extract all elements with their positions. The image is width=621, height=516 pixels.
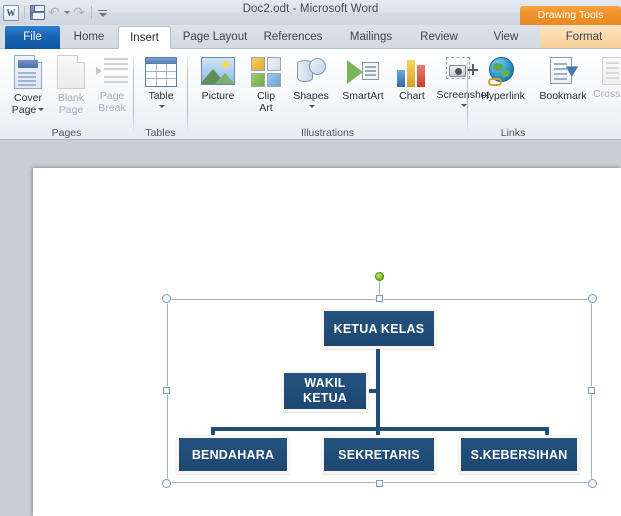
- tab-home[interactable]: Home: [64, 26, 114, 49]
- chart-button[interactable]: Chart: [391, 57, 433, 103]
- cover-page-dropdown-icon[interactable]: [38, 108, 45, 112]
- ribbon-group-links: Hyperlink Bookmark Cross- Links: [468, 49, 621, 140]
- smartart-button[interactable]: SmartArt: [336, 59, 390, 103]
- page-break-label-2: Break: [98, 101, 126, 114]
- clip-art-icon: [251, 57, 281, 87]
- title-bar: W ↶ ↷ Doc2.odt - Microsoft Word Drawing …: [0, 0, 621, 25]
- resize-handle-top-center[interactable]: [376, 295, 383, 302]
- clip-art-button[interactable]: Clip Art: [246, 57, 286, 114]
- cross-reference-icon: [602, 57, 621, 85]
- table-dropdown-icon[interactable]: [159, 105, 165, 108]
- resize-handle-bottom-center[interactable]: [376, 480, 383, 487]
- smartart-label: SmartArt: [342, 90, 384, 102]
- shapes-icon: [295, 57, 327, 87]
- connector-sibling-bar: [211, 427, 549, 431]
- clip-art-label-2: Art: [259, 101, 273, 114]
- table-label: Table: [148, 90, 174, 102]
- page-break-icon: [96, 55, 128, 87]
- resize-handle-middle-right[interactable]: [588, 387, 595, 394]
- ribbon-group-label-illustrations: Illustrations: [300, 127, 355, 139]
- cross-reference-label: Cross-: [593, 88, 621, 100]
- bookmark-icon: [548, 57, 582, 87]
- tab-file[interactable]: File: [5, 26, 60, 49]
- smartart-node-wakil-ketua-label-2: KETUA: [302, 391, 348, 405]
- tab-insert[interactable]: Insert: [118, 26, 171, 49]
- hyperlink-icon: [488, 57, 518, 87]
- clip-art-label-1: Clip: [256, 90, 276, 102]
- rotation-handle[interactable]: [375, 272, 384, 281]
- cover-page-icon: [14, 55, 42, 89]
- smartart-node-s-kebersihan[interactable]: S.KEBERSIHAN: [458, 435, 580, 474]
- resize-handle-bottom-right[interactable]: [588, 479, 597, 488]
- ribbon-group-tables: Table Tables: [134, 49, 187, 140]
- smartart-node-bendahara-label: BENDAHARA: [191, 447, 275, 462]
- cover-page-label-2: Page: [11, 103, 37, 116]
- ribbon: Cover Page Blank Page Page Break Pages T…: [0, 49, 621, 140]
- smartart-org-chart[interactable]: KETUA KELAS WAKIL KETUA BENDAHARA SEKRETA…: [162, 272, 597, 488]
- resize-handle-top-left[interactable]: [162, 294, 171, 303]
- ribbon-group-label-pages: Pages: [51, 127, 82, 139]
- picture-label: Picture: [201, 90, 235, 102]
- smartart-node-ketua-kelas[interactable]: KETUA KELAS: [321, 308, 437, 349]
- chart-label: Chart: [399, 90, 425, 102]
- smartart-node-s-kebersihan-label: S.KEBERSIHAN: [470, 447, 568, 462]
- resize-handle-top-right[interactable]: [588, 294, 597, 303]
- cover-page-button[interactable]: Cover Page: [4, 55, 52, 116]
- blank-page-icon: [57, 55, 85, 89]
- tab-review[interactable]: Review: [412, 26, 466, 49]
- ribbon-group-pages: Cover Page Blank Page Page Break Pages: [0, 49, 133, 140]
- bookmark-label: Bookmark: [539, 90, 587, 102]
- resize-handle-bottom-left[interactable]: [162, 479, 171, 488]
- smartart-node-sekretaris-label: SEKRETARIS: [338, 447, 420, 462]
- ribbon-group-label-links: Links: [500, 127, 526, 139]
- picture-icon: [201, 57, 235, 85]
- table-icon: [145, 57, 177, 87]
- word-application-window: W ↶ ↷ Doc2.odt - Microsoft Word Drawing …: [0, 0, 621, 516]
- shapes-dropdown-icon[interactable]: [309, 105, 315, 108]
- shapes-label: Shapes: [293, 90, 329, 102]
- smartart-node-wakil-ketua[interactable]: WAKIL KETUA: [281, 370, 369, 412]
- ribbon-group-label-tables: Tables: [145, 127, 176, 139]
- table-button[interactable]: Table: [144, 57, 178, 111]
- tab-page-layout[interactable]: Page Layout: [175, 26, 255, 49]
- smartart-node-ketua-kelas-label: KETUA KELAS: [333, 321, 425, 336]
- smartart-node-bendahara[interactable]: BENDAHARA: [176, 435, 290, 474]
- shapes-button[interactable]: Shapes: [286, 57, 336, 111]
- contextual-tab-drawing-tools: Drawing Tools: [520, 6, 621, 25]
- cross-reference-button[interactable]: Cross-: [593, 57, 621, 101]
- smartart-icon: [347, 59, 379, 85]
- tab-view[interactable]: View: [482, 26, 530, 49]
- ribbon-tab-strip: File Home Insert Page Layout References …: [0, 25, 621, 49]
- hyperlink-button[interactable]: Hyperlink: [473, 57, 533, 103]
- ribbon-group-illustrations: Picture Clip Art Shapes SmartArt Chart S…: [188, 49, 490, 140]
- smartart-node-sekretaris[interactable]: SEKRETARIS: [321, 435, 437, 474]
- bookmark-button[interactable]: Bookmark: [532, 57, 594, 103]
- picture-button[interactable]: Picture: [192, 57, 244, 103]
- page-break-button[interactable]: Page Break: [88, 55, 136, 114]
- tab-mailings[interactable]: Mailings: [340, 26, 402, 49]
- page-break-label-1: Page: [99, 90, 125, 102]
- tab-references[interactable]: References: [258, 26, 328, 49]
- resize-handle-middle-left[interactable]: [163, 387, 170, 394]
- tab-format[interactable]: Format: [553, 26, 615, 49]
- smartart-node-wakil-ketua-label-1: WAKIL: [304, 376, 346, 390]
- chart-icon: [397, 57, 427, 87]
- hyperlink-label: Hyperlink: [481, 90, 525, 102]
